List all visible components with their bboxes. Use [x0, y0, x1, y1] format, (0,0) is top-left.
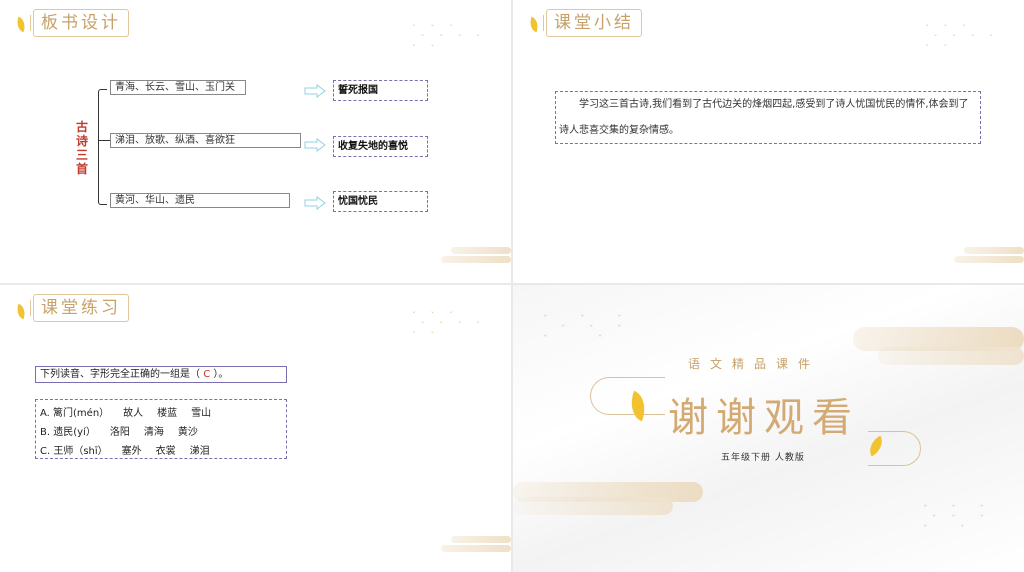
vertical-label: 古 诗 三 首: [75, 120, 88, 176]
birds-icon: ˇ ˇ ˇ ˇ ˇ ˇ ˇˇ ˇ: [412, 311, 487, 340]
cloud-decoration: [878, 347, 1024, 365]
cloud-decoration: [954, 247, 1024, 265]
row-words: 涕泪、放歌、纵酒、喜欲狂: [110, 133, 301, 148]
bracket: [98, 89, 107, 205]
answer-box: 收复失地的喜悦: [333, 136, 428, 157]
leaf-icon: [14, 16, 28, 33]
row-words: 青海、长云、雪山、玉门关: [110, 80, 246, 95]
arrow-right-icon: [304, 84, 326, 98]
slide-summary[interactable]: 课堂小结 ˇ ˇ ˇ ˇ ˇ ˇ ˇˇ ˇ 学习这三首古诗,我们看到了古代边关的…: [513, 0, 1024, 283]
birds-icon: ˇ ˇ ˇ ˇ ˇ ˇˇ ˇ: [923, 505, 990, 535]
row-words: 黄河、华山、遗民: [110, 193, 290, 208]
birds-icon: ˇ ˇ ˇ ˇ ˇ ˇ ˇˇ ˇ: [925, 24, 1000, 53]
answer-letter: C: [203, 369, 211, 380]
slide-practice[interactable]: 课堂练习 ˇ ˇ ˇ ˇ ˇ ˇ ˇˇ ˇ 下列读音、字形完全正确的一组是（ C…: [0, 285, 511, 572]
leaf-icon: [527, 16, 541, 33]
answer-box: 忧国忧民: [333, 191, 428, 212]
arrow-right-icon: [304, 196, 326, 210]
option-row: B. 遗民(yí） 洛阳 清海 黄沙: [40, 427, 198, 438]
cloud-decoration: [441, 536, 511, 554]
bracket-tick: [98, 140, 110, 141]
option-row: A. 篱门(mén） 故人 楼蓝 雪山: [40, 408, 212, 419]
answer-box: 誓死报国: [333, 80, 428, 101]
birds-icon: ˇ ˇ ˇ ˇ ˇ ˇ ˇˇ ˇ: [412, 24, 487, 53]
birds-icon: ˇ ˇ ˇ ˇ ˇ ˇˇ ˇ: [543, 315, 628, 345]
grade-label: 五年级下册 人教版: [721, 453, 805, 463]
slide-title: 课堂小结: [543, 9, 642, 37]
cloud-decoration: [441, 247, 511, 265]
slide-thanks[interactable]: ˇ ˇ ˇ ˇ ˇ ˇˇ ˇ ˇ ˇ ˇ ˇ ˇ ˇˇ ˇ 语文精品课件 谢谢观…: [513, 285, 1024, 572]
slide-board-design[interactable]: 板书设计 ˇ ˇ ˇ ˇ ˇ ˇ ˇˇ ˇ 古 诗 三 首 青海、长云、雪山、玉…: [0, 0, 511, 283]
slide-title: 课堂练习: [30, 294, 129, 322]
option-row: C. 王师（shī） 塞外 衣裳 涕泪: [40, 446, 210, 457]
course-label: 语文精品课件: [688, 357, 821, 371]
question-text: 下列读音、字形完全正确的一组是（ C ）。: [35, 366, 287, 383]
options-box: A. 篱门(mén） 故人 楼蓝 雪山 B. 遗民(yí） 洛阳 清海 黄沙 C. 王师（s…: [35, 399, 287, 459]
arc-decoration: [590, 377, 665, 415]
thanks-title: 谢谢观看: [668, 395, 860, 441]
slide-title: 板书设计: [30, 9, 129, 37]
leaf-icon: [14, 303, 28, 320]
cloud-decoration: [513, 497, 673, 515]
slide-grid: 板书设计 ˇ ˇ ˇ ˇ ˇ ˇ ˇˇ ˇ 古 诗 三 首 青海、长云、雪山、玉…: [0, 0, 1024, 572]
summary-text: 学习这三首古诗,我们看到了古代边关的烽烟四起,感受到了诗人忧国忧民的情怀,体会到…: [555, 91, 981, 144]
arrow-right-icon: [304, 138, 326, 152]
